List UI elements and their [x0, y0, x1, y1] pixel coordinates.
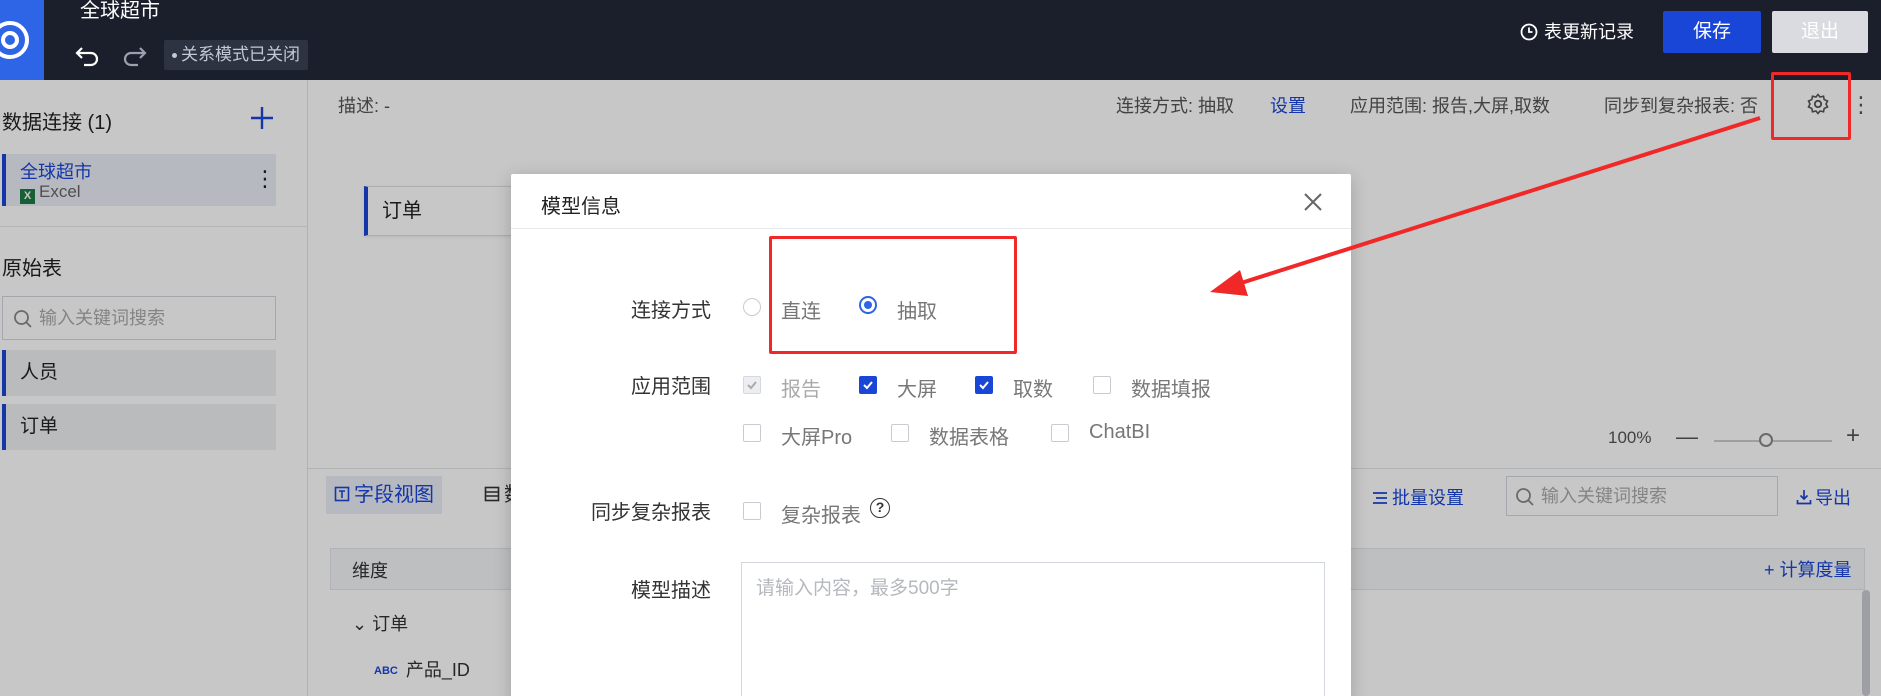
- annotation-arrow: [1210, 116, 1761, 296]
